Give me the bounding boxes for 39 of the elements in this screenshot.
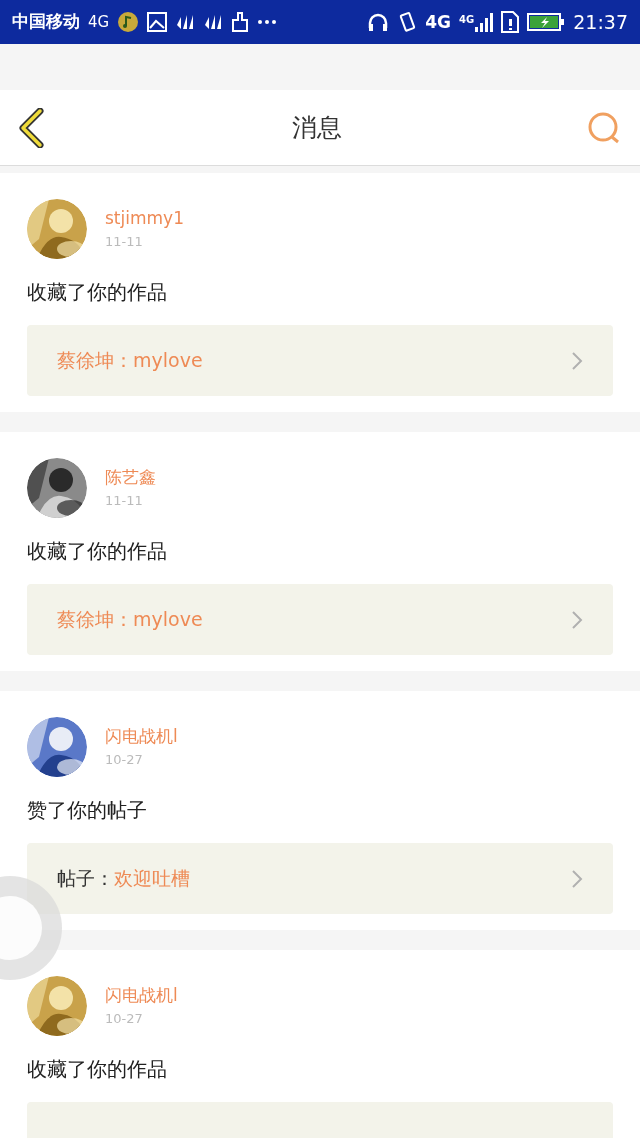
carrier-name: 中国移动 [12,10,80,34]
reference-title: 欢迎吐槽 [114,866,190,892]
brush-icon [231,12,250,32]
user-name[interactable]: 陈艺鑫 [105,467,156,489]
message-date: 11-11 [105,492,144,509]
reference-title: 蔡徐坤：mylove [57,607,203,633]
action-text: 收藏了你的作品 [27,538,168,565]
music-icon [117,11,140,33]
back-icon [18,107,46,148]
search-icon [587,110,621,145]
image-icon [147,12,168,32]
chevron-right-icon [571,350,583,371]
chevron-right-icon [571,868,583,889]
battery-icon [527,12,566,32]
reference-link[interactable]: 帖子：欢迎吐槽 [27,843,613,914]
clock-time: 21:37 [573,9,628,35]
reference-link[interactable]: 蔡徐坤：mylove [27,584,613,655]
reference-title: 蔡徐坤：mylove [57,348,203,374]
network-type: 4G [459,13,475,27]
action-text: 收藏了你的作品 [27,279,168,306]
signal-icon [475,12,494,32]
more-icon [257,19,278,25]
page-title: 消息 [292,111,342,144]
user-name[interactable]: 闪电战机l [105,726,178,748]
reference-label: 帖子： [57,866,114,892]
reference-link[interactable]: 蔡徐坤：mylove [27,325,613,396]
chevron-right-icon [571,609,583,630]
network-type: 4G [425,13,452,31]
action-text: 赞了你的帖子 [27,797,148,824]
user-name[interactable]: 闪电战机l [105,985,178,1007]
action-text: 收藏了你的作品 [27,1056,168,1083]
vibrate-icon [397,11,418,33]
sim-alert-icon [501,11,520,33]
network-type: 4G [88,11,110,33]
user-name[interactable]: stjimmy1 [105,208,184,230]
message-date: 10-27 [105,1010,144,1027]
message-date: 11-11 [105,233,144,250]
headphones-icon [367,12,390,32]
message-date: 10-27 [105,751,144,768]
